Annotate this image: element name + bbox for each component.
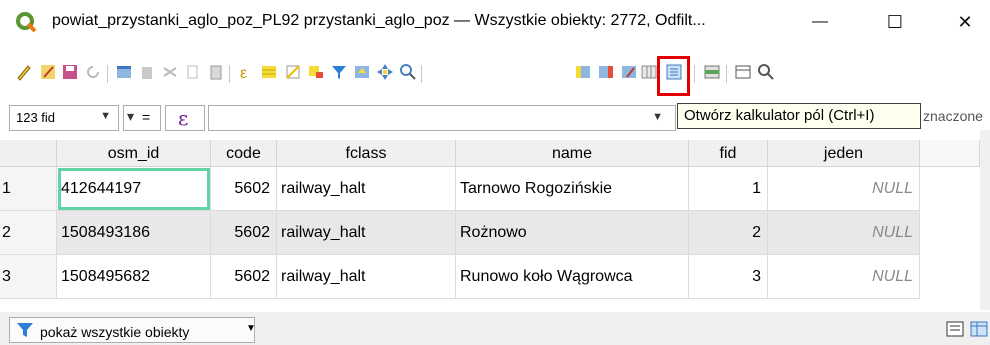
corner-header[interactable]	[0, 140, 57, 167]
toggle-editing-icon[interactable]	[14, 62, 34, 82]
form-view-icon[interactable]	[946, 320, 964, 338]
cell-osm-id[interactable]: 1508493186	[57, 211, 211, 255]
cell-jeden[interactable]: NULL	[768, 255, 920, 299]
move-selection-top-icon[interactable]	[352, 62, 372, 82]
expression-button[interactable]: ε	[165, 105, 205, 131]
delete-field-icon[interactable]	[596, 62, 616, 82]
actions-icon[interactable]	[756, 62, 776, 82]
cell-fclass[interactable]: railway_halt	[277, 167, 456, 211]
cell-name[interactable]: Runowo koło Wągrowca	[456, 255, 689, 299]
chevron-down-icon: ▾	[127, 108, 135, 124]
close-button[interactable]: ✕	[945, 8, 985, 36]
attribute-table: osm_id code fclass name fid jeden 1 4126…	[0, 140, 990, 300]
conditional-formatting-icon[interactable]	[702, 62, 722, 82]
cell-code[interactable]: 5602	[211, 211, 277, 255]
select-expression-icon[interactable]: ε	[236, 62, 256, 82]
cell-fid[interactable]: 2	[689, 211, 768, 255]
pan-to-selected-icon[interactable]	[375, 62, 395, 82]
multi-edit-icon[interactable]	[38, 62, 58, 82]
reload-icon[interactable]	[83, 62, 103, 82]
invert-selection-icon[interactable]	[283, 62, 303, 82]
svg-text:ε: ε	[240, 65, 247, 82]
header-filler	[920, 140, 980, 167]
cell-osm-id[interactable]: 412644197	[57, 167, 211, 211]
cell-fclass[interactable]: railway_halt	[277, 211, 456, 255]
deselect-icon[interactable]	[306, 62, 326, 82]
cut-icon[interactable]	[160, 62, 180, 82]
cell-jeden[interactable]: NULL	[768, 211, 920, 255]
row-number[interactable]: 1	[0, 167, 57, 211]
edit-field-icon[interactable]	[619, 62, 639, 82]
organize-columns-icon[interactable]	[639, 62, 659, 82]
cell-fid[interactable]: 3	[689, 255, 768, 299]
cell-fclass[interactable]: railway_halt	[277, 255, 456, 299]
copy-icon[interactable]	[183, 62, 203, 82]
cell-code[interactable]: 5602	[211, 167, 277, 211]
filter-value-input[interactable]: ▼	[208, 105, 676, 131]
select-all-icon[interactable]	[259, 62, 279, 82]
table-row[interactable]: 2 1508493186 5602 railway_halt Rożnowo 2…	[0, 211, 920, 255]
minimize-button[interactable]: —	[800, 8, 840, 36]
column-header[interactable]: jeden	[768, 140, 920, 167]
selected-only-label[interactable]: znaczone	[923, 108, 983, 124]
attribute-toolbar: ε	[0, 57, 990, 93]
add-feature-icon[interactable]	[114, 62, 134, 82]
field-calculator-highlight	[657, 56, 690, 96]
column-header[interactable]: fclass	[277, 140, 456, 167]
filter-icon[interactable]	[329, 62, 349, 82]
operator-combo[interactable]: ▾ =	[123, 105, 161, 131]
cell-fid[interactable]: 1	[689, 167, 768, 211]
qgis-logo-icon	[16, 12, 37, 33]
table-row[interactable]: 1 412644197 5602 railway_halt Tarnowo Ro…	[0, 167, 920, 211]
field-calculator-tooltip: Otwórz kalkulator pól (Ctrl+I)	[677, 103, 921, 129]
column-header[interactable]: code	[211, 140, 277, 167]
new-field-icon[interactable]	[573, 62, 593, 82]
delete-feature-icon[interactable]	[137, 62, 157, 82]
dock-table-icon[interactable]	[733, 62, 753, 82]
maximize-button[interactable]: ☐	[875, 8, 915, 36]
cell-jeden[interactable]: NULL	[768, 167, 920, 211]
row-number[interactable]: 2	[0, 211, 57, 255]
save-edits-icon[interactable]	[60, 62, 80, 82]
cell-osm-id[interactable]: 1508495682	[57, 255, 211, 299]
cell-code[interactable]: 5602	[211, 255, 277, 299]
cell-name[interactable]: Rożnowo	[456, 211, 689, 255]
chevron-down-icon: ▼	[246, 323, 256, 334]
row-number[interactable]: 3	[0, 255, 57, 299]
column-header[interactable]: fid	[689, 140, 768, 167]
table-row[interactable]: 3 1508495682 5602 railway_halt Runowo ko…	[0, 255, 920, 299]
vertical-scrollbar[interactable]	[980, 130, 990, 310]
table-view-icon[interactable]	[970, 320, 988, 338]
chevron-down-icon: ▼	[100, 110, 111, 122]
bottom-bar: pokaż wszystkie obiekty ▼	[0, 312, 990, 345]
chevron-down-icon: ▼	[652, 111, 663, 123]
paste-icon[interactable]	[206, 62, 226, 82]
window-title: powiat_przystanki_aglo_poz_PL92 przystan…	[52, 12, 706, 29]
column-header[interactable]: name	[456, 140, 689, 167]
filter-icon	[17, 323, 33, 337]
zoom-to-selected-icon[interactable]	[398, 62, 418, 82]
show-all-features-button[interactable]: pokaż wszystkie obiekty ▼	[9, 317, 256, 343]
field-select-combo[interactable]: 123 fid ▼	[9, 105, 119, 131]
cell-name[interactable]: Tarnowo Rogozińskie	[456, 167, 689, 211]
column-header[interactable]: osm_id	[57, 140, 211, 167]
title-bar: powiat_przystanki_aglo_poz_PL92 przystan…	[0, 0, 990, 44]
